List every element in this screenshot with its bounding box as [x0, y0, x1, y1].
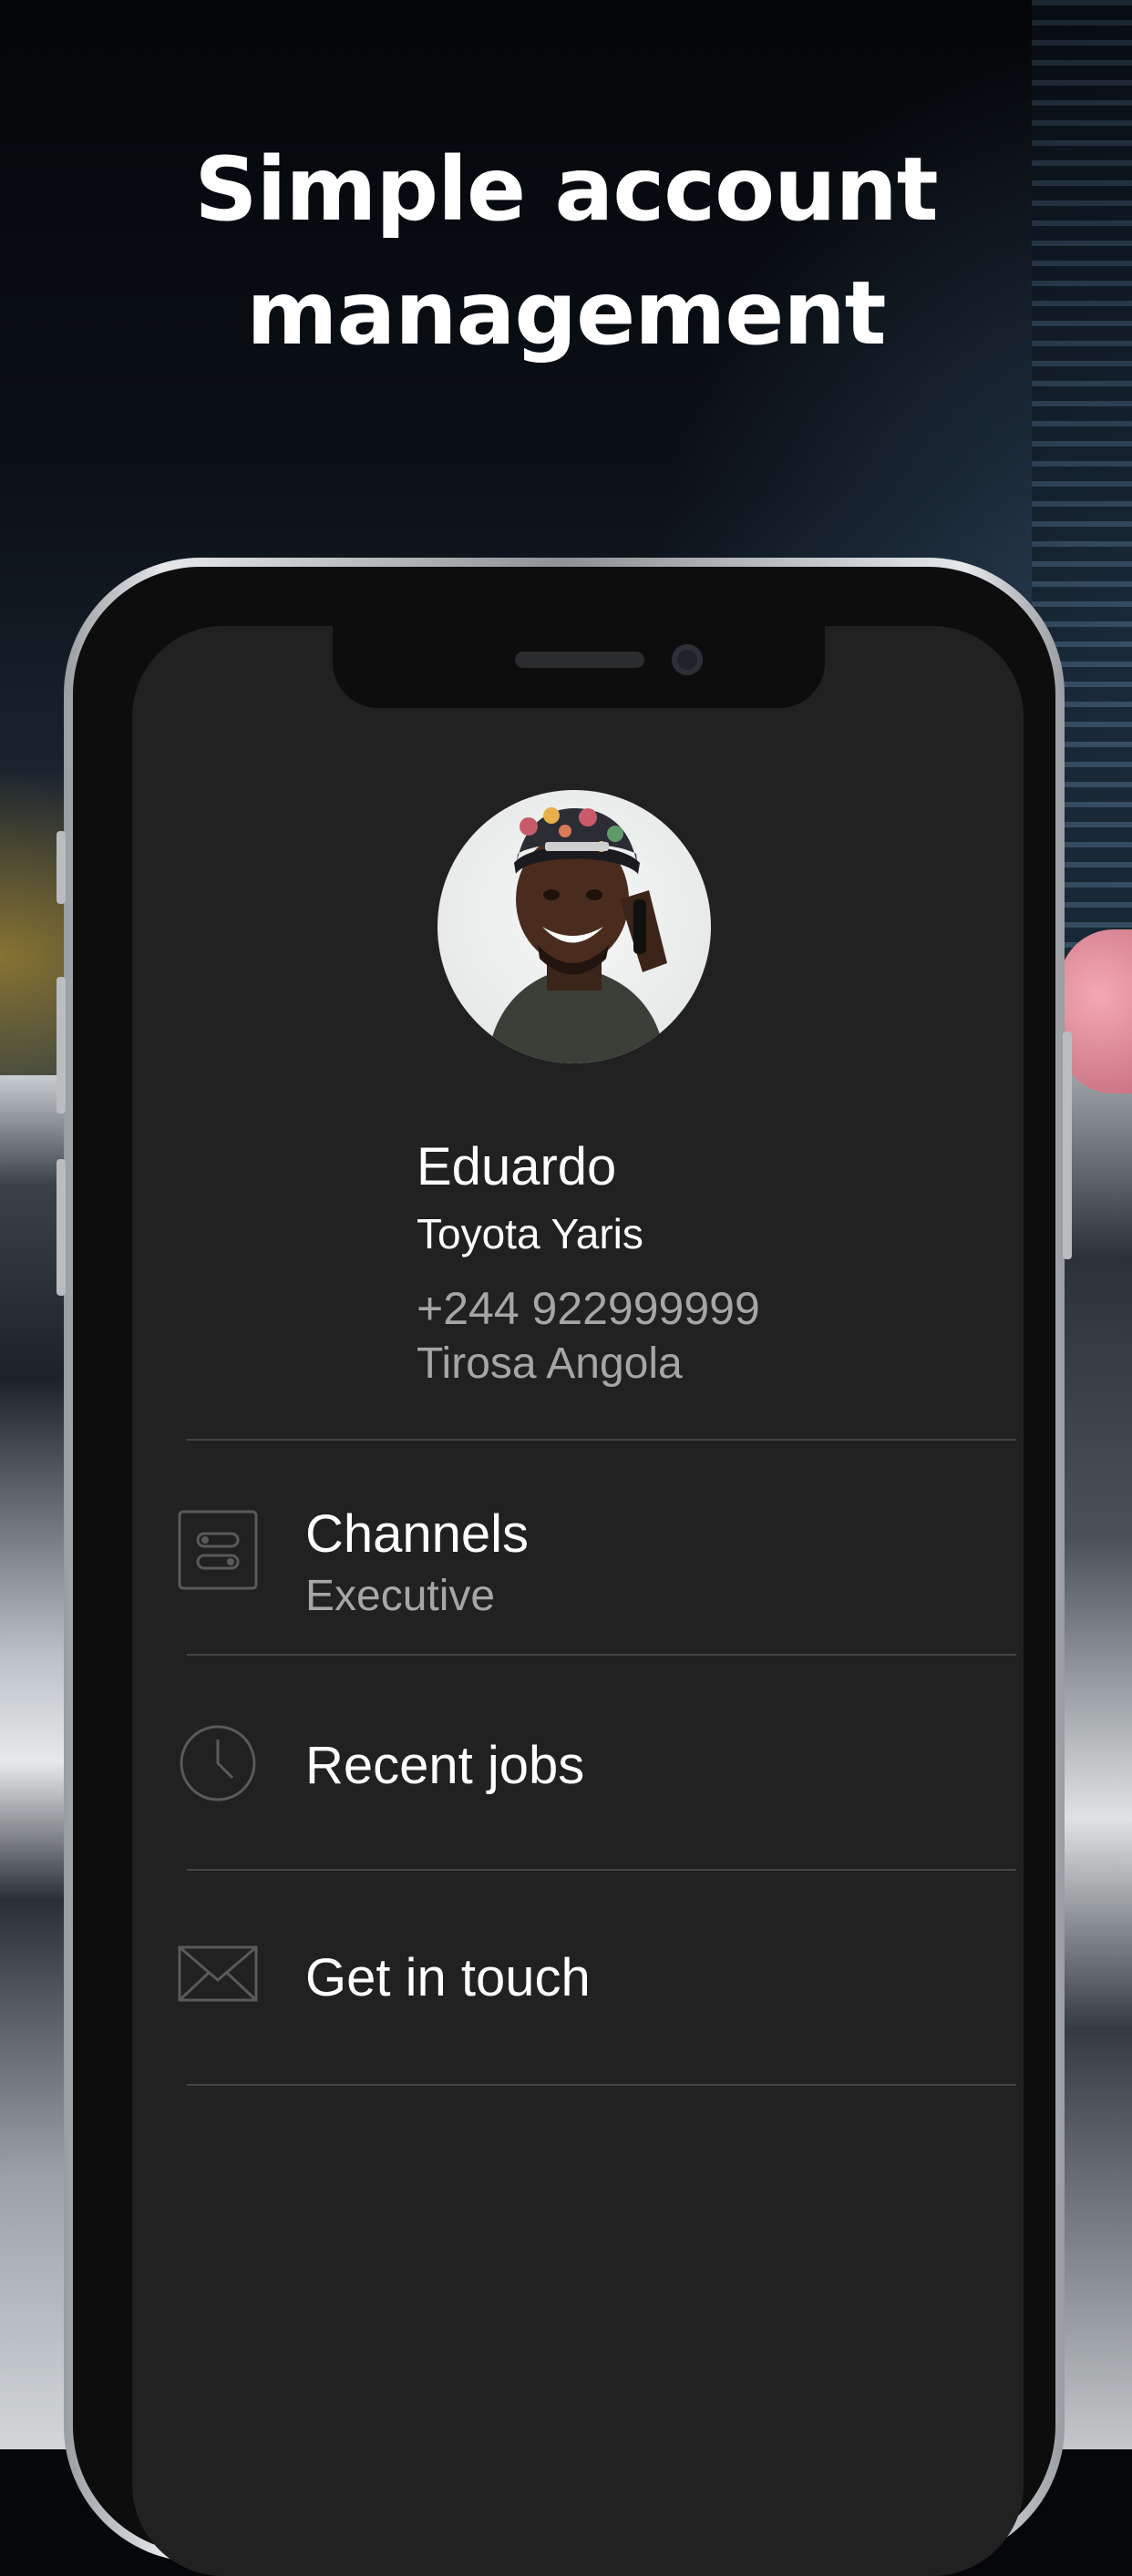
volume-up-button — [57, 977, 66, 1114]
clock-icon — [178, 1723, 258, 1808]
mail-icon — [178, 1945, 258, 2008]
speaker-grille — [515, 652, 644, 668]
menu-item-label: Channels — [305, 1504, 530, 1564]
phone-bezel: Eduardo Toyota Yaris +244 922999999 Tiro… — [73, 567, 1055, 2576]
divider — [187, 2084, 1016, 2086]
menu-item-label: Get in touch — [305, 1948, 591, 2007]
vehicle-model: Toyota Yaris — [417, 1210, 643, 1257]
power-button — [1063, 1031, 1072, 1259]
location: Tirosa Angola — [417, 1339, 683, 1388]
driver-name: Eduardo — [417, 1137, 617, 1196]
headline: Simple account management — [0, 128, 1132, 375]
menu-item-get-in-touch[interactable]: Get in touch — [178, 1873, 998, 2082]
avatar[interactable] — [437, 790, 711, 1063]
toggles-icon — [178, 1510, 258, 1595]
menu-item-label: Recent jobs — [305, 1736, 585, 1795]
phone-notch — [333, 626, 825, 708]
avatar-photo — [488, 807, 667, 1063]
divider — [187, 1654, 1016, 1656]
volume-down-button — [57, 1159, 66, 1296]
app-screen: Eduardo Toyota Yaris +244 922999999 Tiro… — [132, 626, 1024, 2576]
divider — [187, 1439, 1016, 1441]
phone-number: +244 922999999 — [417, 1283, 760, 1334]
headline-line-2: management — [246, 262, 886, 364]
mute-switch — [57, 831, 66, 904]
phone-frame: Eduardo Toyota Yaris +244 922999999 Tiro… — [57, 558, 1072, 2576]
divider — [187, 1869, 1016, 1871]
front-camera — [672, 644, 703, 675]
menu-item-recent-jobs[interactable]: Recent jobs — [178, 1657, 998, 1867]
menu-item-channels[interactable]: Channels Executive — [178, 1451, 998, 1656]
headline-line-1: Simple account — [194, 139, 938, 241]
menu-item-sublabel: Executive — [305, 1572, 496, 1620]
